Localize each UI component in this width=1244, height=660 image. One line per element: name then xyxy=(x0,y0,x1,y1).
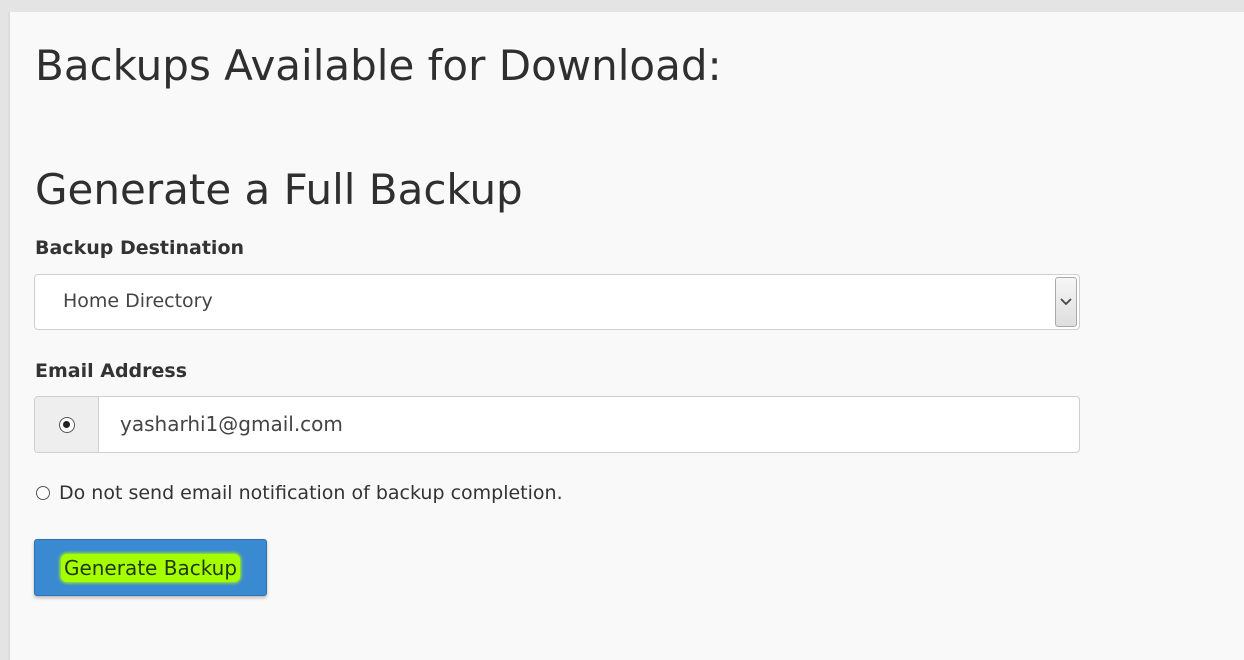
email-address-label: Email Address xyxy=(35,360,188,382)
email-radio-addon xyxy=(35,397,99,452)
backup-destination-value: Home Directory xyxy=(63,290,213,312)
generate-backup-button-label: Generate Backup xyxy=(60,553,241,582)
backup-panel: Backups Available for Download: Generate… xyxy=(8,12,1244,660)
no-email-radio-button[interactable] xyxy=(36,486,50,500)
email-radio-button[interactable] xyxy=(58,416,75,433)
no-email-option[interactable]: Do not send email notification of backup… xyxy=(34,482,563,504)
backup-destination-select[interactable]: Home Directory xyxy=(34,274,1080,330)
generate-backup-button[interactable]: Generate Backup xyxy=(34,539,267,596)
email-input-group: yasharhi1@gmail.com xyxy=(34,396,1080,453)
page-title: Backups Available for Download: xyxy=(35,41,722,90)
no-email-option-label: Do not send email notification of backup… xyxy=(59,482,563,504)
email-field[interactable]: yasharhi1@gmail.com xyxy=(120,412,343,436)
backup-destination-label: Backup Destination xyxy=(35,237,245,259)
chevron-down-icon[interactable] xyxy=(1055,277,1077,327)
section-title: Generate a Full Backup xyxy=(35,165,523,214)
